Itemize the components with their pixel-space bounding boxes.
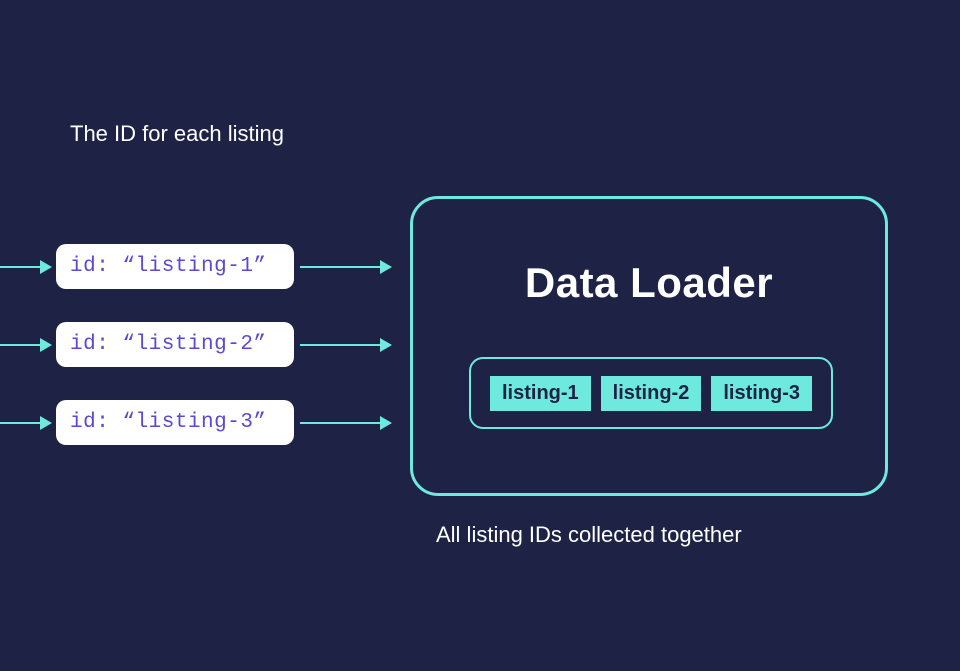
arrow-icon: [300, 266, 390, 268]
arrow-icon: [300, 422, 390, 424]
id-pill-1: id: “listing-1”: [56, 244, 294, 289]
bottom-caption: All listing IDs collected together: [436, 522, 742, 548]
collected-item: listing-1: [490, 376, 591, 411]
arrow-icon: [0, 422, 50, 424]
collected-item: listing-3: [711, 376, 812, 411]
id-pill-3: id: “listing-3”: [56, 400, 294, 445]
data-loader-title: Data Loader: [413, 259, 885, 307]
collected-ids-container: listing-1 listing-2 listing-3: [469, 357, 833, 429]
arrow-icon: [0, 344, 50, 346]
id-pill-2: id: “listing-2”: [56, 322, 294, 367]
top-caption: The ID for each listing: [70, 121, 284, 147]
collected-item: listing-2: [601, 376, 702, 411]
arrow-icon: [0, 266, 50, 268]
arrow-icon: [300, 344, 390, 346]
data-loader-box: Data Loader listing-1 listing-2 listing-…: [410, 196, 888, 496]
